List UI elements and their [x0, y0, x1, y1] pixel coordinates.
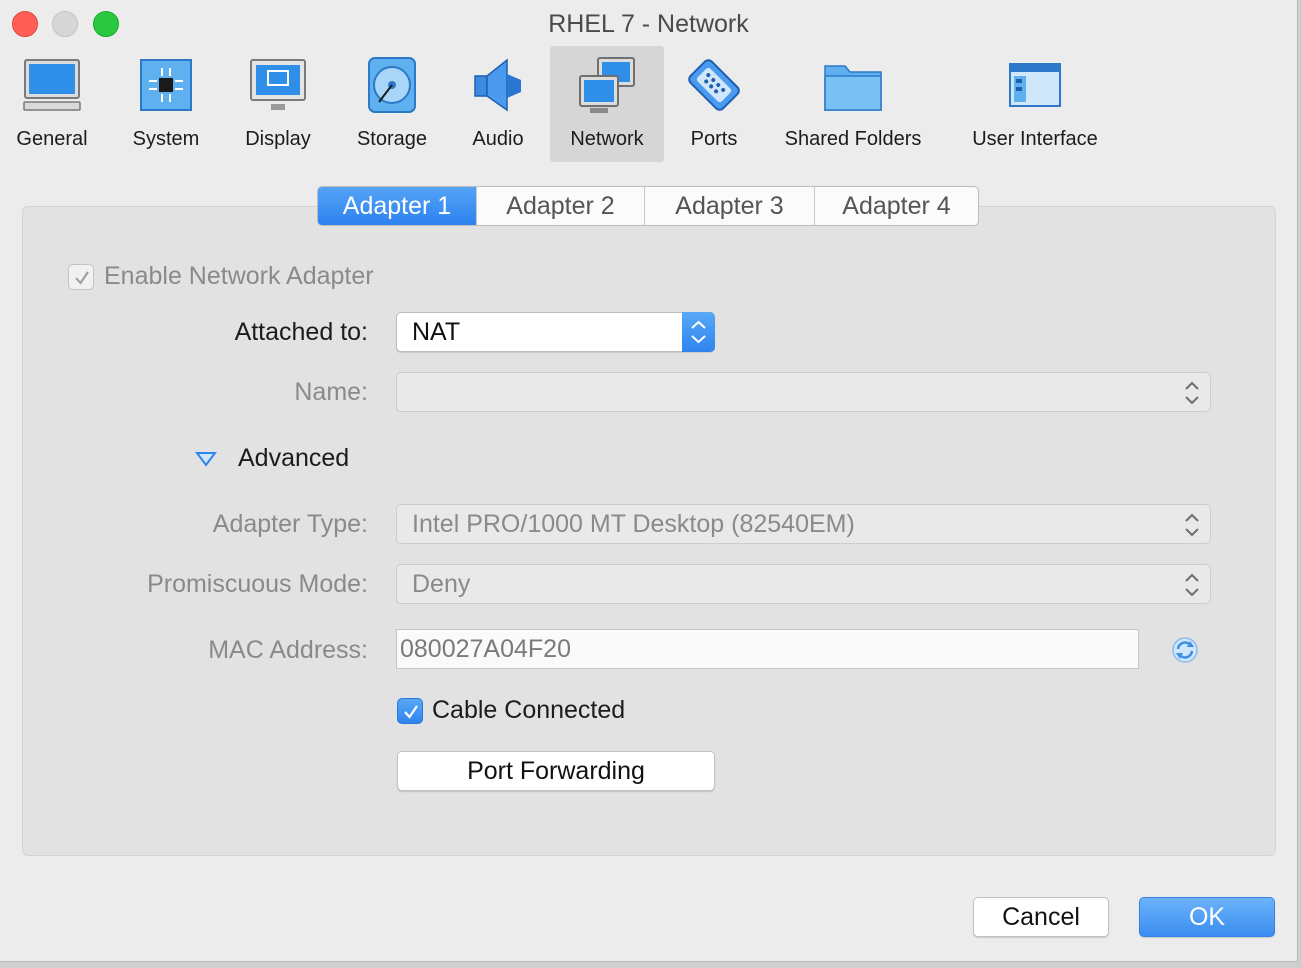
- select-arrows-icon: [1185, 513, 1199, 537]
- settings-window: RHEL 7 - Network General System Display …: [0, 0, 1298, 962]
- name-label: Name:: [294, 378, 368, 406]
- toolbar-label: General: [16, 128, 88, 150]
- display-icon: [250, 59, 306, 110]
- enable-adapter-label: Enable Network Adapter: [104, 262, 374, 290]
- toolbar-item-system[interactable]: System: [120, 46, 212, 162]
- select-arrows-icon: [682, 312, 715, 352]
- enable-adapter-checkbox[interactable]: [68, 264, 94, 290]
- cancel-button[interactable]: Cancel: [973, 897, 1109, 937]
- toolbar-item-general[interactable]: General: [6, 46, 98, 162]
- checkmark-icon: [404, 705, 418, 719]
- monitor-icon: [23, 59, 81, 111]
- window-icon: [1009, 63, 1061, 107]
- toolbar-label: Display: [245, 128, 311, 150]
- refresh-mac-icon[interactable]: [1170, 635, 1200, 665]
- adapter-type-value: Intel PRO/1000 MT Desktop (82540EM): [412, 509, 855, 538]
- select-arrows-icon: [1185, 381, 1199, 405]
- speaker-icon: [474, 58, 521, 112]
- promiscuous-mode-value: Deny: [412, 569, 471, 598]
- advanced-label[interactable]: Advanced: [238, 444, 349, 473]
- promiscuous-mode-label: Promiscuous Mode:: [147, 570, 368, 598]
- network-icon: [579, 57, 635, 113]
- title-bar: RHEL 7 - Network: [0, 0, 1297, 48]
- tab-adapter-3[interactable]: Adapter 3: [645, 187, 815, 225]
- settings-toolbar: General System Display Storage Audio Net…: [0, 46, 1297, 164]
- mac-address-value: 080027A04F20: [400, 634, 571, 663]
- attached-to-select[interactable]: NAT: [396, 312, 715, 352]
- serial-port-icon: [688, 59, 740, 111]
- adapter-tabs: Adapter 1 Adapter 2 Adapter 3 Adapter 4: [317, 186, 979, 226]
- tab-adapter-1[interactable]: Adapter 1: [318, 187, 477, 225]
- toolbar-item-network[interactable]: Network: [550, 46, 664, 162]
- port-forwarding-button[interactable]: Port Forwarding: [397, 751, 715, 791]
- toolbar-label: System: [132, 128, 200, 150]
- toolbar-item-user-interface[interactable]: User Interface: [958, 46, 1112, 162]
- toolbar-label: Audio: [472, 128, 524, 150]
- toolbar-label: Network: [570, 128, 644, 150]
- toolbar-item-ports[interactable]: Ports: [676, 46, 752, 162]
- cable-connected-checkbox[interactable]: [397, 698, 423, 724]
- folder-icon: [824, 65, 882, 111]
- toolbar-label: Shared Folders: [784, 128, 922, 150]
- chip-icon: [140, 59, 192, 111]
- toolbar-label: User Interface: [972, 128, 1098, 150]
- disclosure-triangle-icon[interactable]: [195, 451, 217, 467]
- promiscuous-mode-select[interactable]: Deny: [396, 564, 1211, 604]
- select-arrows-icon: [1185, 573, 1199, 597]
- ok-button[interactable]: OK: [1139, 897, 1275, 937]
- checkmark-icon: [75, 271, 89, 285]
- window-title: RHEL 7 - Network: [548, 10, 749, 38]
- tab-adapter-2[interactable]: Adapter 2: [477, 187, 645, 225]
- mac-address-field[interactable]: 080027A04F20: [396, 629, 1139, 669]
- toolbar-item-storage[interactable]: Storage: [344, 46, 440, 162]
- tab-adapter-4[interactable]: Adapter 4: [815, 187, 978, 225]
- mac-address-label: MAC Address:: [208, 636, 368, 664]
- attached-to-value: NAT: [412, 317, 461, 346]
- attached-to-label: Attached to:: [234, 318, 368, 346]
- toolbar-item-display[interactable]: Display: [232, 46, 324, 162]
- toolbar-label: Storage: [356, 128, 428, 150]
- toolbar-item-audio[interactable]: Audio: [456, 46, 540, 162]
- name-select[interactable]: [396, 372, 1211, 412]
- toolbar-item-shared-folders[interactable]: Shared Folders: [772, 46, 934, 162]
- adapter-type-label: Adapter Type:: [212, 510, 368, 538]
- disk-icon: [368, 57, 416, 113]
- cable-connected-label: Cable Connected: [432, 696, 626, 724]
- adapter-type-select[interactable]: Intel PRO/1000 MT Desktop (82540EM): [396, 504, 1211, 544]
- toolbar-label: Ports: [690, 128, 738, 150]
